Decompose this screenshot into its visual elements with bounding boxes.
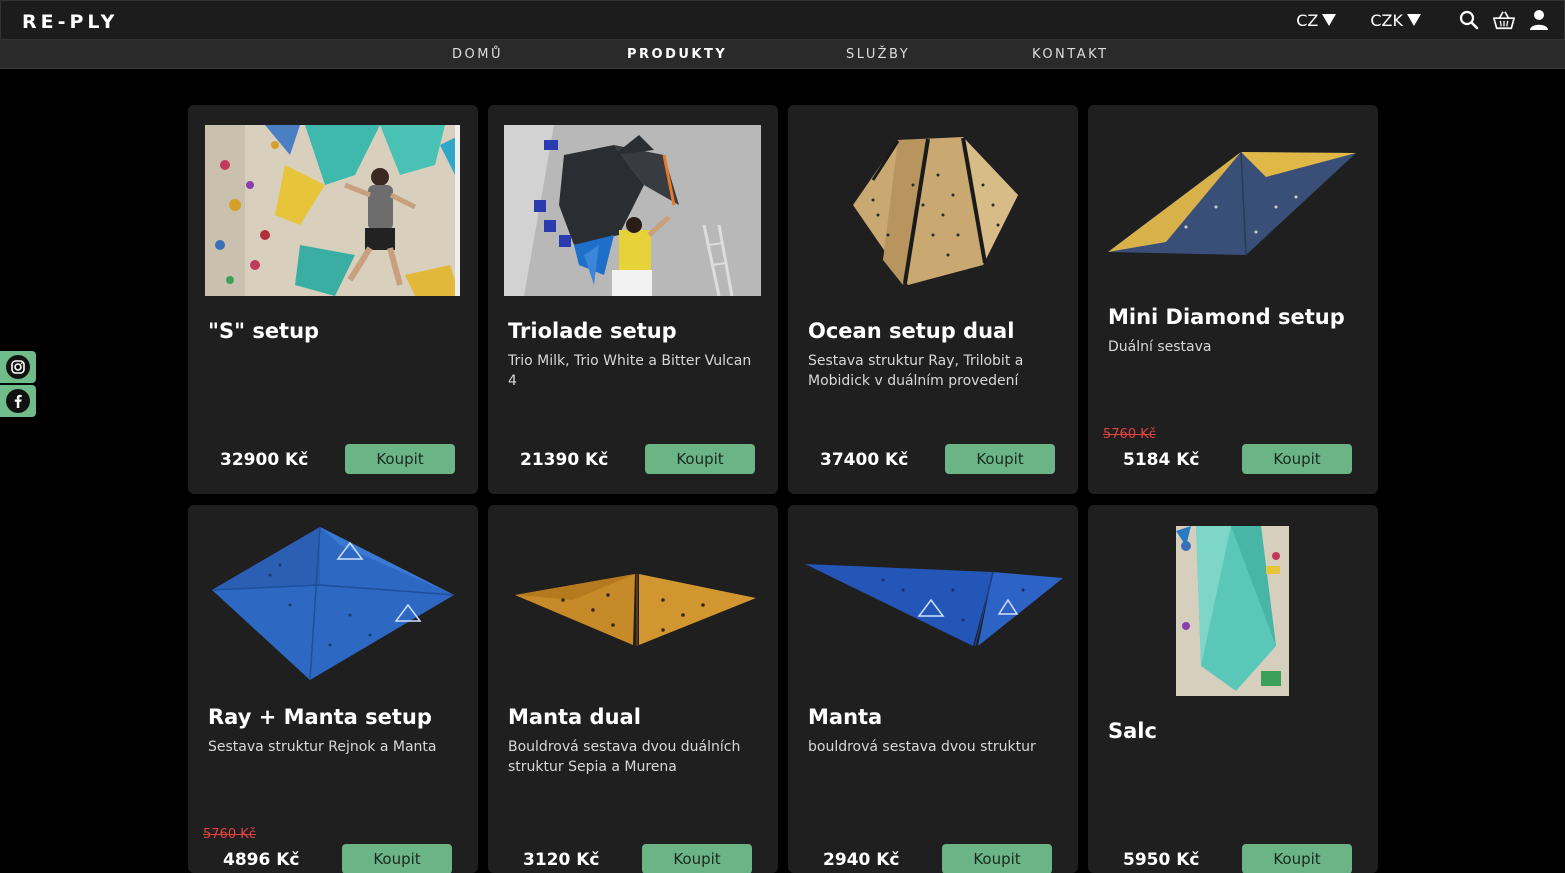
buy-button[interactable]: Koupit [1242, 844, 1352, 873]
product-title[interactable]: "S" setup [208, 319, 319, 343]
nav-item-sluzby[interactable]: SLUŽBY [846, 47, 910, 62]
product-description: Trio Milk, Trio White a Bitter Vulcan 4 [508, 353, 752, 389]
product-image[interactable] [1106, 147, 1358, 257]
product-title[interactable]: Triolade setup [508, 319, 677, 343]
product-price: 4896 Kč [223, 850, 300, 870]
chevron-down-icon [1322, 14, 1337, 26]
product-card[interactable]: Mini Diamond setup Duální sestava 5760 K… [1088, 105, 1378, 494]
product-title[interactable]: Ocean setup dual [808, 319, 1014, 343]
product-price: 32900 Kč [220, 450, 309, 470]
language-select[interactable]: CZ [1296, 10, 1337, 30]
product-old-price: 5760 Kč [203, 827, 256, 842]
product-image[interactable] [513, 570, 758, 650]
top-right-controls: CZ CZK [1296, 9, 1550, 31]
product-image[interactable] [1176, 526, 1289, 696]
product-description: Duální sestava [1108, 339, 1212, 355]
product-old-price: 5760 Kč [1103, 427, 1156, 442]
product-card[interactable]: Ray + Manta setup Sestava struktur Rejno… [188, 505, 478, 873]
product-title[interactable]: Ray + Manta setup [208, 705, 432, 729]
product-image[interactable] [205, 125, 460, 296]
product-card[interactable]: Ocean setup dual Sestava struktur Ray, T… [788, 105, 1078, 494]
product-card[interactable]: Manta bouldrová sestava dvou struktur 29… [788, 505, 1078, 873]
product-image[interactable] [210, 525, 456, 685]
chevron-down-icon [1407, 14, 1421, 26]
facebook-icon [6, 389, 30, 413]
buy-button[interactable]: Koupit [642, 844, 752, 873]
facebook-button[interactable] [0, 385, 36, 417]
product-image[interactable] [803, 560, 1065, 650]
product-image[interactable] [843, 135, 1023, 295]
product-card[interactable]: Salc 5950 Kč Koupit [1088, 505, 1378, 873]
currency-value: CZK [1370, 10, 1403, 30]
product-image[interactable] [504, 125, 761, 296]
instagram-icon [6, 355, 30, 379]
product-description: Sestava struktur Ray, Trilobit a Mobidic… [808, 353, 1024, 389]
buy-button[interactable]: Koupit [645, 444, 755, 474]
main-nav: DOMŮ PRODUKTY SLUŽBY KONTAKT [0, 40, 1565, 69]
product-price: 5184 Kč [1123, 450, 1200, 470]
buy-button[interactable]: Koupit [342, 844, 452, 873]
nav-item-domu[interactable]: DOMŮ [452, 47, 503, 62]
buy-button[interactable]: Koupit [945, 444, 1055, 474]
product-description: Sestava struktur Rejnok a Manta [208, 739, 437, 755]
buy-button[interactable]: Koupit [942, 844, 1052, 873]
product-price: 37400 Kč [820, 450, 909, 470]
top-bar: RE-PLY CZ CZK [0, 0, 1565, 40]
product-price: 5950 Kč [1123, 850, 1200, 870]
product-title[interactable]: Manta dual [508, 705, 641, 729]
product-title[interactable]: Manta [808, 705, 882, 729]
basket-icon[interactable] [1493, 9, 1515, 31]
buy-button[interactable]: Koupit [345, 444, 455, 474]
product-description: Bouldrová sestava dvou duálních struktur… [508, 739, 741, 775]
buy-button[interactable]: Koupit [1242, 444, 1352, 474]
product-card[interactable]: Manta dual Bouldrová sestava dvou duální… [488, 505, 778, 873]
product-title[interactable]: Salc [1108, 719, 1157, 743]
search-icon[interactable] [1458, 9, 1480, 31]
nav-item-kontakt[interactable]: KONTAKT [1032, 47, 1109, 62]
product-price: 3120 Kč [523, 850, 600, 870]
user-icon[interactable] [1528, 9, 1550, 31]
instagram-button[interactable] [0, 351, 36, 383]
language-value: CZ [1296, 10, 1319, 30]
nav-item-produkty[interactable]: PRODUKTY [627, 47, 727, 62]
product-price: 21390 Kč [520, 450, 609, 470]
product-card[interactable]: Triolade setup Trio Milk, Trio White a B… [488, 105, 778, 494]
product-title[interactable]: Mini Diamond setup [1108, 305, 1345, 329]
currency-select[interactable]: CZK [1370, 11, 1421, 30]
product-price: 2940 Kč [823, 850, 900, 870]
product-card[interactable]: "S" setup 32900 Kč Koupit [188, 105, 478, 494]
product-description: bouldrová sestava dvou struktur [808, 739, 1036, 755]
logo[interactable]: RE-PLY [22, 11, 118, 33]
